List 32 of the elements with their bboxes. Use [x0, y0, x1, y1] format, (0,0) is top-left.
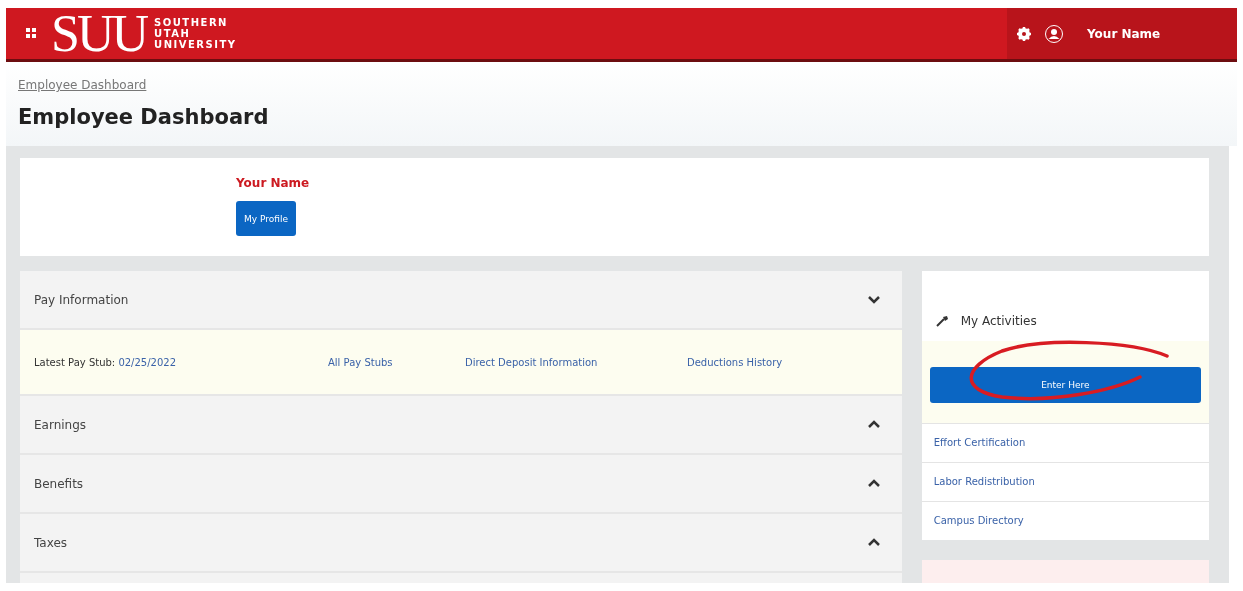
latest-pay-stub-text: Latest Pay Stub: 02/25/2022	[34, 356, 178, 368]
enter-here-button[interactable]: Enter Here	[929, 367, 1201, 403]
activity-link[interactable]: Effort Certification	[921, 423, 1209, 462]
chevron-down-icon[interactable]	[867, 295, 880, 304]
page-title: Employee Dashboard	[18, 105, 269, 129]
section-title: Taxes	[34, 535, 69, 550]
logo-wordmark: SOUTHERN UTAH UNIVERSITY	[154, 17, 237, 50]
user-name-link[interactable]: Your Name	[1087, 26, 1161, 41]
activity-link[interactable]: Labor Redistribution	[921, 462, 1209, 501]
pay-link[interactable]: Direct Deposit Information	[465, 356, 598, 368]
accordion-header[interactable]: Benefits	[20, 455, 902, 514]
accordion-header[interactable]: Taxes	[20, 514, 902, 573]
accordion-header[interactable]: Earnings	[20, 396, 902, 455]
breadcrumb-link[interactable]: Employee Dashboard	[18, 78, 147, 92]
profile-name: Your Name	[236, 176, 310, 190]
section-title: Pay Information	[34, 292, 130, 307]
wrench-icon	[935, 315, 949, 327]
apps-grid-icon[interactable]	[26, 28, 37, 39]
section-title: Benefits	[34, 476, 85, 491]
activities-title: My Activities	[960, 314, 1037, 328]
pay-link[interactable]: All Pay Stubs	[328, 356, 393, 368]
pay-link[interactable]: Deductions History	[687, 356, 783, 368]
pay-stub-date-link[interactable]: 02/25/2022	[118, 356, 177, 368]
chevron-up-icon[interactable]	[867, 420, 880, 429]
my-profile-button[interactable]: My Profile	[236, 201, 296, 236]
chevron-up-icon[interactable]	[867, 479, 880, 488]
chevron-up-icon[interactable]	[867, 538, 880, 547]
settings-icon[interactable]	[1017, 26, 1031, 41]
user-avatar-icon[interactable]	[1045, 24, 1063, 43]
activity-link[interactable]: Campus Directory	[921, 501, 1209, 540]
logo-mark[interactable]: SUU	[51, 10, 147, 57]
section-title: Earnings	[34, 417, 88, 432]
